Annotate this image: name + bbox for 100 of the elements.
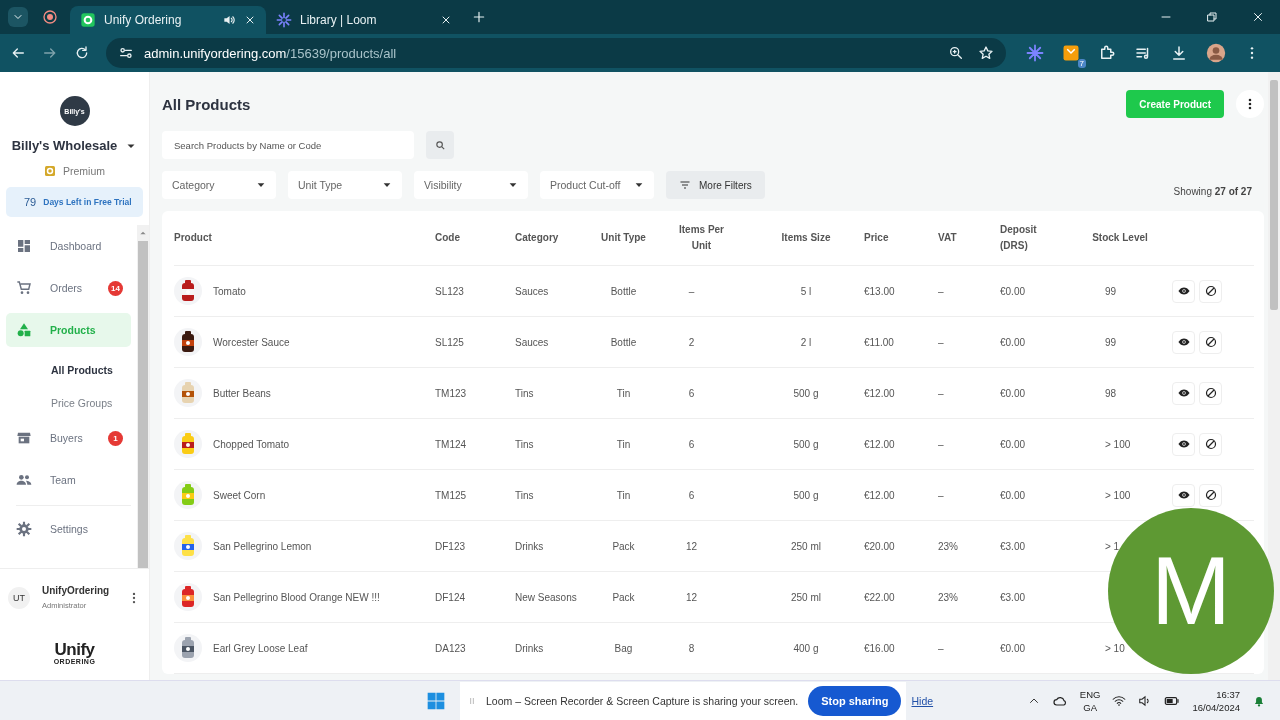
table-cell: Bag: [614, 642, 633, 654]
hide-link[interactable]: Hide: [911, 694, 934, 707]
table-cell: New Seasons: [515, 591, 577, 603]
count-badge: 1: [108, 430, 123, 446]
product-name[interactable]: Butter Beans: [213, 387, 271, 399]
nav-item[interactable]: Team: [6, 463, 131, 497]
table-cell: 250 ml: [791, 540, 821, 552]
table-cell: Pack: [612, 591, 635, 603]
tab-title: Unify Ordering: [104, 13, 183, 27]
table-cell: €0.00: [1000, 387, 1026, 399]
search-field[interactable]: Search Products by Name or Code: [162, 131, 414, 159]
column-header: Items Size: [780, 231, 832, 245]
table-cell: €16.00: [864, 642, 895, 654]
user-avatar: UT: [8, 586, 30, 609]
table-cell: TM124: [435, 438, 467, 450]
filter-dropdown[interactable]: Product Cut-off: [540, 171, 654, 199]
nav-subitem[interactable]: Price Groups: [6, 388, 131, 418]
product-name[interactable]: Earl Grey Loose Leaf: [213, 642, 308, 654]
language-indicator[interactable]: ENG GA: [1079, 688, 1101, 713]
table-cell: 500 g: [793, 489, 819, 501]
table-cell: SL123: [435, 285, 464, 297]
table-cell: €0.00: [1000, 642, 1026, 654]
table-cell: DA123: [435, 642, 466, 654]
column-header: Deposit (DRS): [1000, 223, 1038, 253]
table-cell: Sauces: [515, 336, 549, 348]
table-cell: €12.00: [864, 489, 895, 501]
table-cell: –: [938, 438, 944, 450]
table-cell: 23%: [938, 591, 958, 603]
stop-sharing-button[interactable]: Stop sharing: [808, 685, 902, 716]
table-cell: –: [938, 642, 944, 654]
table-cell-text: 98: [1105, 387, 1118, 399]
product-name[interactable]: Tomato: [213, 285, 246, 297]
product-name[interactable]: San Pellegrino Lemon: [213, 540, 312, 552]
table-cell: 23%: [938, 540, 958, 552]
table-cell: 250 ml: [791, 591, 821, 603]
product-name[interactable]: San Pellegrino Blood Orange NEW !!!: [213, 591, 380, 603]
user-name: UnifyOrdering: [42, 585, 111, 596]
table-cell: 6: [688, 387, 695, 399]
table-cell: €3.00: [1000, 591, 1026, 603]
table-cell: –: [938, 285, 944, 297]
filter-dropdown[interactable]: Visibility: [414, 171, 528, 199]
table-cell: €11.00: [864, 336, 894, 348]
table-cell: €0.00: [1000, 438, 1026, 450]
table-cell-text: 99: [1105, 285, 1118, 297]
plan-label: Premium: [63, 165, 105, 177]
table-cell-text: > 100: [1105, 489, 1132, 501]
table-cell: 2: [688, 336, 695, 348]
table-cell: Tins: [515, 438, 534, 450]
nav-subitem[interactable]: All Products: [6, 355, 131, 385]
column-header: Code: [435, 231, 461, 245]
nav-item[interactable]: Buyers 1: [6, 421, 131, 455]
table-cell: Bottle: [610, 336, 637, 348]
browser-tab[interactable]: Unify Ordering: [70, 6, 266, 34]
table-cell: 500 g: [793, 387, 819, 399]
column-header: Category: [515, 231, 560, 245]
table-cell: TM125: [435, 489, 467, 501]
table-cell: €12.00: [864, 438, 895, 450]
table-cell: Tins: [515, 489, 534, 501]
table-cell: 12: [685, 540, 698, 552]
table-cell: –: [938, 489, 944, 501]
nav-item[interactable]: Dashboard: [6, 229, 131, 263]
page-title: All Products: [162, 95, 251, 113]
table-cell: Tins: [515, 387, 534, 399]
filter-dropdown[interactable]: Unit Type: [288, 171, 402, 199]
product-name[interactable]: Chopped Tomato: [213, 438, 289, 450]
url-text: admin.unifyordering.com/15639/products/all: [144, 45, 397, 61]
column-header: Price: [864, 231, 890, 245]
table-cell: –: [688, 285, 695, 297]
table-cell: Bottle: [610, 285, 637, 297]
tab-title: Library | Loom: [300, 13, 378, 27]
product-name[interactable]: Sweet Corn: [213, 489, 266, 501]
column-header: Stock Level: [1091, 231, 1149, 245]
table-cell: 8: [688, 642, 695, 654]
clock[interactable]: 16:37 16/04/2024: [1192, 688, 1240, 713]
business-switcher[interactable]: Billy's Wholesale: [11, 138, 138, 153]
table-cell: Drinks: [515, 540, 544, 552]
table-cell: €22.00: [864, 591, 895, 603]
table-cell: DF124: [435, 591, 465, 603]
nav-item[interactable]: Orders 14: [6, 271, 131, 305]
column-header: Items Per Unit: [678, 223, 725, 253]
product-name[interactable]: Worcester Sauce: [213, 336, 290, 348]
table-cell: 6: [688, 438, 695, 450]
table-cell-text: > 10: [1105, 642, 1126, 654]
table-cell: €20.00: [864, 540, 895, 552]
table-cell: 6: [688, 489, 695, 501]
more-filters-button[interactable]: More Filters: [666, 171, 765, 199]
extension-badge: 7: [1077, 59, 1086, 68]
column-header: Unit Type: [600, 231, 647, 245]
table-cell: Tin: [616, 489, 631, 501]
table-cell: €0.00: [1000, 336, 1026, 348]
table-cell: 400 g: [793, 642, 819, 654]
address-bar[interactable]: admin.unifyordering.com/15639/products/all: [106, 38, 1006, 68]
table-cell: Sauces: [515, 285, 549, 297]
filter-dropdown[interactable]: Category: [162, 171, 276, 199]
table-cell-text: > 1: [1105, 540, 1121, 552]
trial-banner[interactable]: 79 Days Left in Free Trial: [6, 187, 143, 217]
table-cell: –: [938, 336, 944, 348]
nav-item[interactable]: Settings: [6, 512, 131, 546]
browser-tab[interactable]: Library | Loom: [266, 6, 462, 34]
table-cell: 500 g: [793, 438, 819, 450]
